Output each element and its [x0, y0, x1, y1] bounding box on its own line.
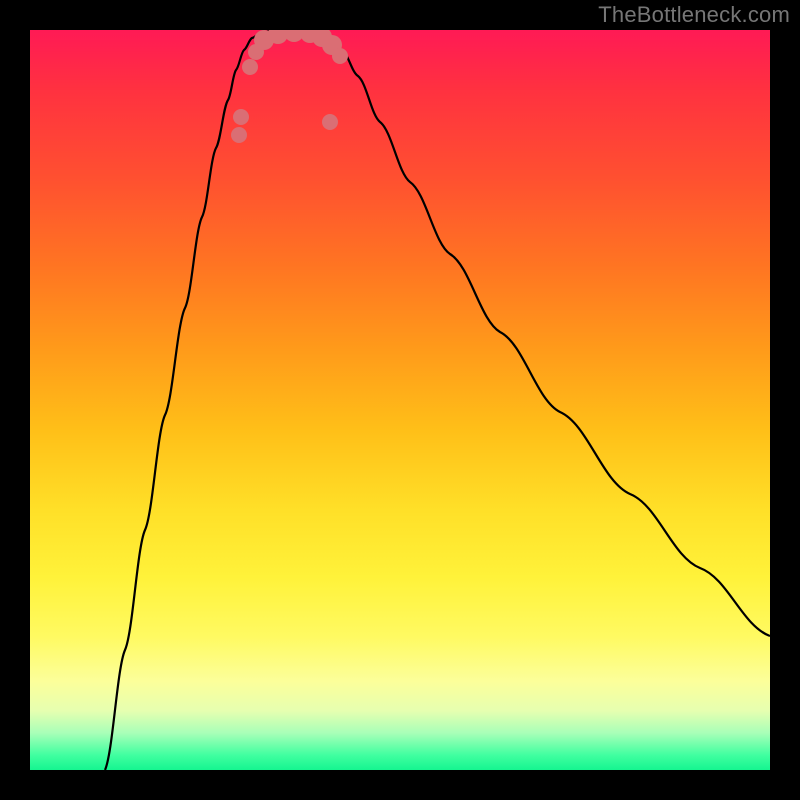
left-curve: [105, 30, 278, 770]
chart-frame: TheBottleneck.com: [0, 0, 800, 800]
pink-dot-markers: [231, 30, 348, 143]
watermark-text: TheBottleneck.com: [598, 2, 790, 28]
marker-dot: [233, 109, 249, 125]
marker-dot: [242, 59, 258, 75]
plot-svg: [30, 30, 770, 770]
plot-area: [30, 30, 770, 770]
marker-dot: [332, 48, 348, 64]
marker-dot: [322, 114, 338, 130]
right-curve: [318, 30, 770, 636]
marker-dot: [231, 127, 247, 143]
